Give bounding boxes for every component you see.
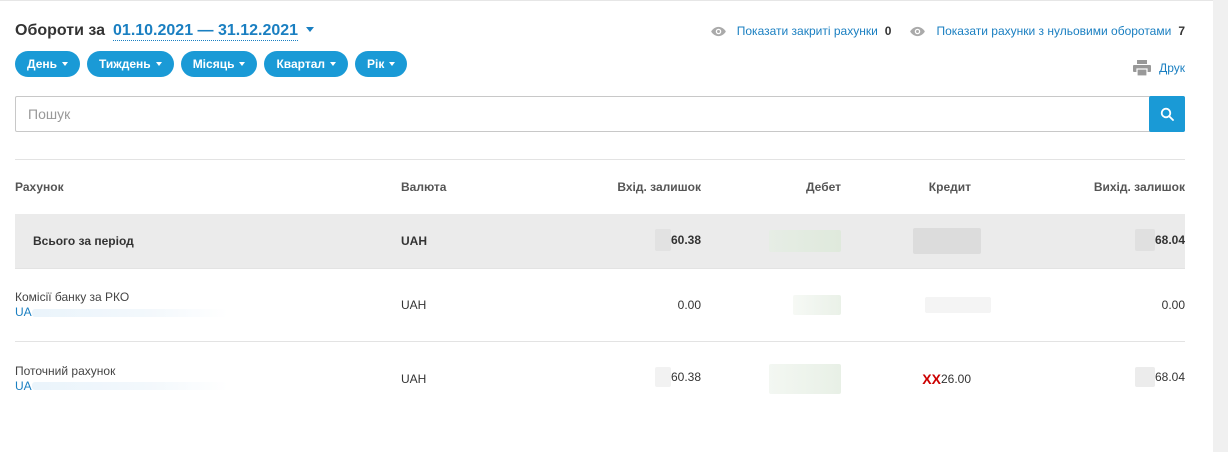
search-icon: [1160, 107, 1174, 121]
period-filters: День Тиждень Місяць Квартал Рік: [15, 51, 408, 77]
total-opening-value: 60.38: [670, 232, 701, 247]
filter-month-button[interactable]: Місяць: [180, 51, 258, 77]
filter-month-label: Місяць: [192, 57, 235, 71]
account-credit-value: 26.00: [940, 371, 971, 386]
redacted-value: [654, 228, 671, 251]
show-zero-accounts-link[interactable]: Показати рахунки з нульовими оборотами: [936, 24, 1171, 38]
chevron-down-icon: [330, 62, 337, 66]
col-currency[interactable]: Валюта: [401, 180, 521, 194]
filter-week-label: Тиждень: [99, 57, 151, 71]
account-name: Поточний рахунок: [15, 363, 116, 378]
redacted-value: [1134, 367, 1155, 387]
total-closing: 68.04: [971, 228, 1185, 254]
period-chevron-down-icon[interactable]: [306, 27, 315, 32]
account-cell: Комісії банку за РКО UA: [15, 290, 401, 320]
turnover-card: Обороти за 01.10.2021 — 31.12.2021 День …: [0, 0, 1213, 452]
redacted-value: [654, 367, 671, 387]
filter-quarter-label: Квартал: [276, 57, 326, 71]
account-closing: 68.04: [971, 367, 1185, 390]
show-closed-accounts[interactable]: Показати закриті рахунки 0: [710, 24, 892, 38]
filter-year-label: Рік: [367, 57, 385, 71]
chevron-down-icon: [62, 62, 68, 66]
redacted-iban: [31, 308, 228, 317]
account-name: Комісії банку за РКО: [15, 290, 130, 304]
account-opening: 0.00: [677, 298, 701, 312]
account-debit: [701, 295, 841, 315]
view-options: Показати закриті рахунки 0 Показати раху…: [692, 24, 1185, 38]
page-title: Обороти за: [15, 22, 106, 39]
account-cell: Поточний рахунок UA: [15, 364, 401, 394]
period-selector[interactable]: 01.10.2021 — 31.12.2021: [113, 22, 299, 41]
filter-year-button[interactable]: Рік: [355, 51, 408, 77]
filter-quarter-button[interactable]: Квартал: [264, 51, 349, 77]
filter-day-button[interactable]: День: [15, 51, 80, 77]
account-credit: XX 26.00: [841, 371, 971, 387]
total-currency: UAH: [401, 234, 427, 248]
title-row: Обороти за 01.10.2021 — 31.12.2021: [15, 22, 315, 41]
eye-icon: [910, 26, 926, 36]
chevron-down-icon: [389, 62, 396, 66]
total-credit: [841, 228, 981, 254]
print-button[interactable]: Друк: [1133, 60, 1185, 76]
search-bar: [15, 96, 1185, 132]
table-row[interactable]: Поточний рахунок UA UAH 60.38 XX 26.00 68…: [15, 342, 1185, 415]
account-iban: UA: [15, 378, 32, 393]
search-button[interactable]: [1149, 96, 1185, 132]
total-closing-value: 68.04: [1154, 232, 1185, 247]
filter-week-button[interactable]: Тиждень: [87, 51, 174, 77]
printer-icon: [1133, 60, 1152, 76]
total-debit: [701, 230, 841, 252]
table-header: Рахунок Валюта Вхід. залишок Дебет Креди…: [15, 160, 1185, 214]
total-opening: 60.38: [521, 228, 701, 254]
col-account[interactable]: Рахунок: [15, 180, 401, 194]
filter-day-label: День: [27, 57, 57, 71]
show-closed-accounts-link[interactable]: Показати закриті рахунки: [737, 24, 878, 38]
account-opening-value: 60.38: [670, 370, 701, 384]
show-zero-accounts[interactable]: Показати рахунки з нульовими оборотами 7: [909, 24, 1185, 38]
chevron-down-icon: [155, 62, 162, 66]
account-iban: UA: [15, 305, 32, 319]
account-credit: [841, 297, 991, 313]
col-debit[interactable]: Дебет: [701, 180, 841, 194]
account-iban-link[interactable]: UA: [15, 379, 401, 394]
eye-icon: [710, 26, 726, 36]
account-currency: UAH: [401, 371, 427, 386]
redacted-value: [793, 295, 841, 315]
total-label: Всього за період: [33, 234, 134, 248]
account-currency: UAH: [401, 298, 427, 312]
credit-prefix: XX: [922, 370, 941, 387]
print-label: Друк: [1159, 61, 1185, 75]
chevron-down-icon: [239, 62, 246, 66]
redacted-value: [769, 230, 841, 252]
closed-accounts-count: 0: [884, 24, 892, 38]
turnover-table: Рахунок Валюта Вхід. залишок Дебет Креди…: [15, 160, 1185, 415]
total-row: Всього за період UAH 60.38 68.04: [15, 214, 1185, 269]
redacted-value: [769, 363, 841, 394]
account-closing: 0.00: [1161, 298, 1185, 312]
col-opening[interactable]: Вхід. залишок: [521, 180, 701, 194]
account-debit: [701, 363, 841, 394]
account-closing-value: 68.04: [1154, 370, 1185, 384]
account-opening: 60.38: [521, 367, 701, 390]
account-iban-link[interactable]: UA: [15, 305, 401, 320]
search-input[interactable]: [16, 97, 1149, 131]
col-closing[interactable]: Вихід. залишок: [971, 180, 1185, 194]
table-row[interactable]: Комісії банку за РКО UA UAH 0.00 0.00: [15, 269, 1185, 342]
redacted-iban: [31, 382, 228, 390]
redacted-value: [1134, 228, 1155, 251]
col-credit[interactable]: Кредит: [841, 180, 971, 194]
zero-accounts-count: 7: [1178, 24, 1185, 38]
